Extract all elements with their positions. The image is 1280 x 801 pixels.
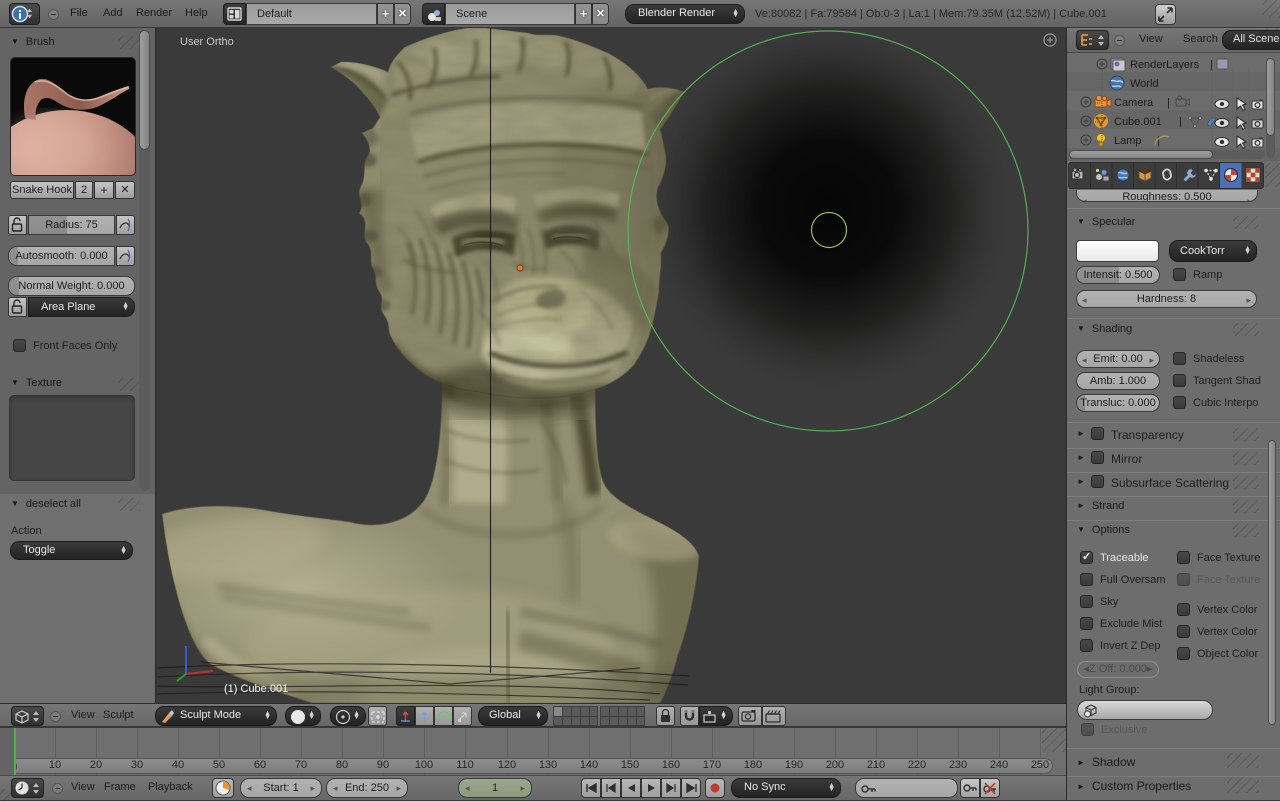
svg-text:User Ortho: User Ortho: [180, 36, 234, 48]
svg-text:(1) Cube.001: (1) Cube.001: [224, 683, 288, 695]
svg-text:RenderLayers: RenderLayers: [1130, 59, 1200, 71]
svg-text:|: |: [1157, 135, 1160, 147]
svg-text:Camera: Camera: [1114, 97, 1154, 109]
svg-text:Lamp: Lamp: [1114, 135, 1142, 147]
svg-text:|: |: [1167, 97, 1170, 109]
